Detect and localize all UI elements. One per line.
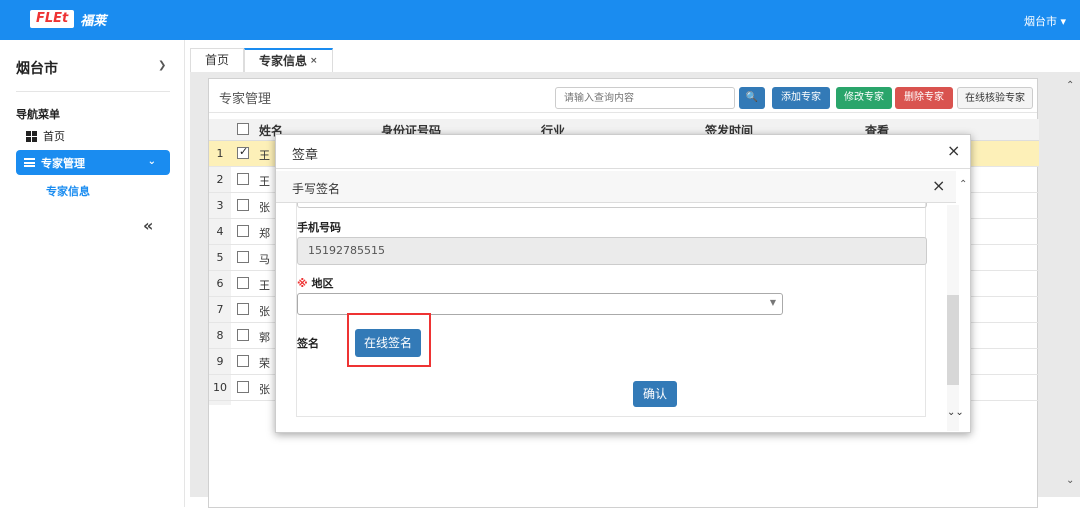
scrollbar-thumb[interactable] bbox=[947, 295, 959, 385]
region-label-text: 地区 bbox=[311, 277, 334, 290]
modal-layer: 签章 × 手写签名 × ⌃ 手机号码 15192785515 ※ 地区 ▼ 签名… bbox=[0, 0, 1080, 507]
phone-field: 15192785515 bbox=[297, 237, 927, 265]
seal-dialog: 签章 × 手写签名 × ⌃ 手机号码 15192785515 ※ 地区 ▼ 签名… bbox=[275, 134, 971, 433]
chevron-up-icon[interactable]: ⌃ bbox=[1066, 80, 1074, 91]
required-mark: ※ bbox=[297, 277, 308, 290]
signature-form: 手机号码 15192785515 ※ 地区 ▼ 签名 在线签名 确认 bbox=[296, 203, 927, 417]
signature-dialog-title: 手写签名 bbox=[292, 182, 341, 196]
online-sign-button[interactable]: 在线签名 bbox=[355, 329, 421, 357]
form-field bbox=[297, 203, 927, 208]
chevron-down-icon[interactable]: ⌄⌄ bbox=[947, 407, 964, 418]
region-select[interactable]: ▼ bbox=[297, 293, 783, 315]
signature-label: 签名 bbox=[297, 337, 319, 350]
signature-dialog-header: 手写签名 × bbox=[276, 171, 956, 203]
chevron-up-icon[interactable]: ⌃ bbox=[959, 179, 967, 190]
phone-label: 手机号码 bbox=[297, 221, 341, 234]
page-scrollbar[interactable]: ⌃ ⌄ bbox=[1066, 80, 1078, 495]
chevron-down-icon: ▼ bbox=[769, 298, 776, 307]
seal-dialog-title: 签章 bbox=[292, 148, 319, 163]
seal-dialog-header: 签章 × bbox=[276, 135, 970, 169]
region-label: ※ 地区 bbox=[297, 275, 334, 291]
close-icon[interactable]: × bbox=[932, 176, 945, 195]
confirm-button[interactable]: 确认 bbox=[633, 381, 677, 407]
chevron-down-icon[interactable]: ⌄ bbox=[1066, 475, 1074, 486]
close-icon[interactable]: × bbox=[947, 141, 960, 160]
